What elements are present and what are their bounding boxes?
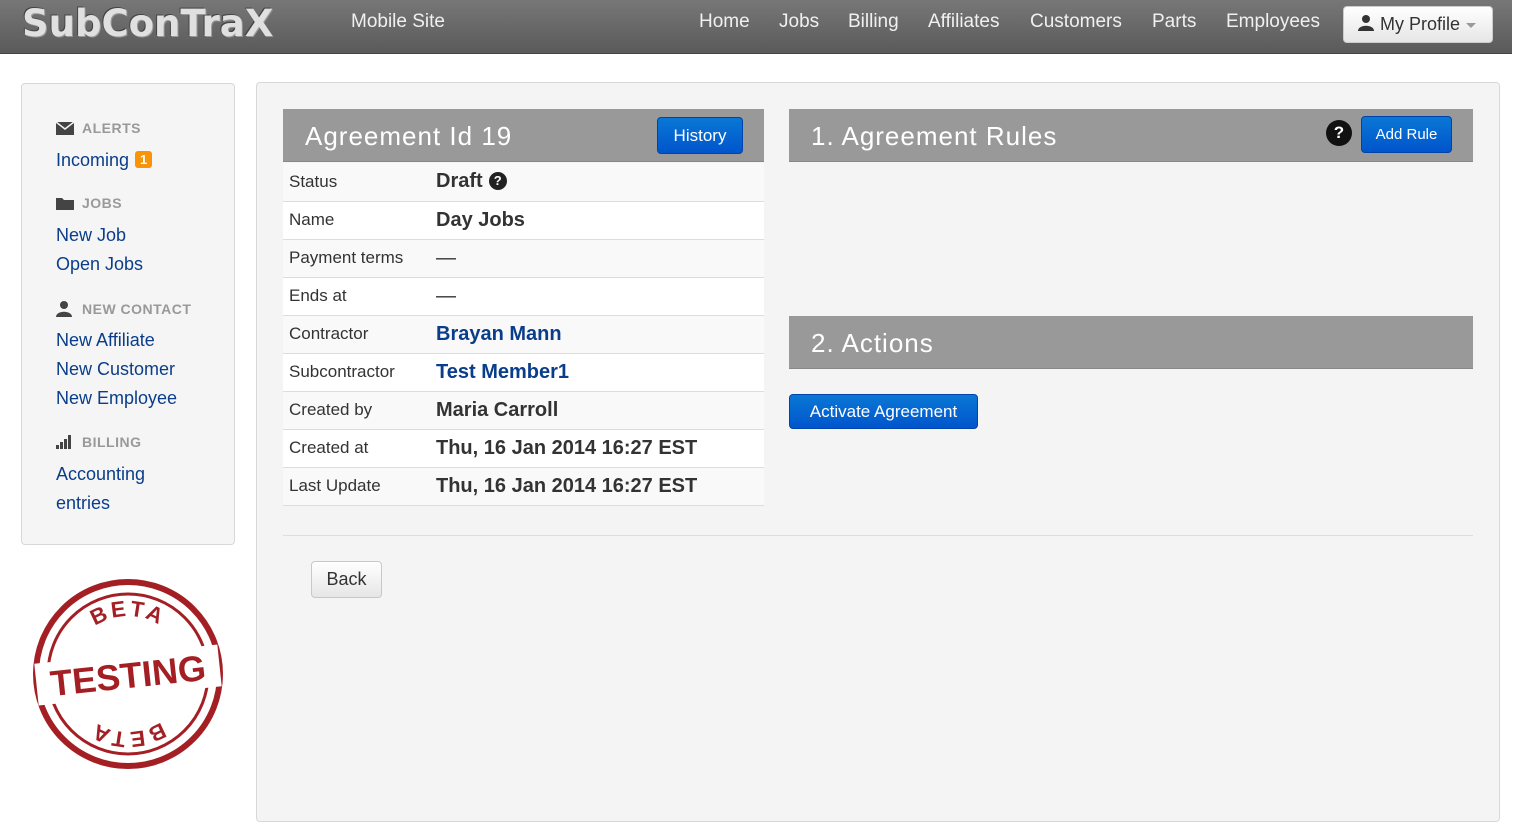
- my-profile-button[interactable]: My Profile: [1343, 6, 1493, 43]
- sidebar-item-new-affiliate[interactable]: New Affiliate: [56, 330, 155, 351]
- nav-customers[interactable]: Customers: [1030, 11, 1122, 33]
- billing-heading: BILLING: [56, 434, 142, 450]
- agreement-details-table: Status Draft? Name Day Jobs Payment term…: [283, 163, 764, 506]
- table-row: Status Draft?: [283, 163, 764, 202]
- sidebar-item-new-employee[interactable]: New Employee: [56, 388, 177, 409]
- payment-terms-value: —: [436, 239, 764, 278]
- beta-testing-stamp: BETA BETA TESTING: [30, 576, 226, 772]
- table-row: Payment terms —: [283, 239, 764, 278]
- brand-logo[interactable]: SubConTraX: [22, 2, 273, 45]
- alerts-heading: ALERTS: [56, 120, 141, 136]
- sidebar-item-new-job[interactable]: New Job: [56, 225, 126, 246]
- sidebar: ALERTS Incoming 1 JOBS New Job Open Jobs …: [21, 83, 235, 545]
- table-row: Last Update Thu, 16 Jan 2014 16:27 EST: [283, 467, 764, 506]
- agreement-title: Agreement Id 19: [305, 121, 513, 151]
- name-label: Name: [283, 201, 436, 240]
- folder-icon: [56, 196, 76, 210]
- status-label: Status: [283, 163, 436, 202]
- history-button[interactable]: History: [657, 117, 743, 154]
- svg-text:TESTING: TESTING: [48, 647, 207, 704]
- subcontractor-label: Subcontractor: [283, 353, 436, 392]
- last-update-label: Last Update: [283, 467, 436, 506]
- new-contact-heading: NEW CONTACT: [56, 300, 191, 317]
- agreement-rules-title: 1. Agreement Rules: [811, 121, 1058, 151]
- incoming-count-badge: 1: [135, 151, 153, 168]
- table-row: Contractor Brayan Mann: [283, 315, 764, 354]
- help-icon[interactable]: ?: [1326, 120, 1352, 146]
- subcontractor-link[interactable]: Test Member1: [436, 353, 764, 392]
- my-profile-label: My Profile: [1380, 14, 1461, 34]
- status-value: Draft?: [436, 163, 764, 202]
- payment-terms-label: Payment terms: [283, 239, 436, 278]
- created-at-value: Thu, 16 Jan 2014 16:27 EST: [436, 429, 764, 468]
- actions-title: 2. Actions: [811, 328, 934, 358]
- table-row: Created by Maria Carroll: [283, 391, 764, 430]
- table-row: Name Day Jobs: [283, 201, 764, 240]
- user-icon: [56, 300, 76, 317]
- actions-header: 2. Actions: [789, 316, 1473, 369]
- envelope-icon: [56, 121, 76, 135]
- contractor-label: Contractor: [283, 315, 436, 354]
- nav-jobs[interactable]: Jobs: [779, 11, 819, 33]
- created-by-label: Created by: [283, 391, 436, 430]
- nav-parts[interactable]: Parts: [1152, 11, 1196, 33]
- add-rule-button[interactable]: Add Rule: [1361, 116, 1452, 153]
- ends-at-label: Ends at: [283, 277, 436, 316]
- back-button[interactable]: Back: [311, 561, 382, 598]
- nav-billing[interactable]: Billing: [848, 11, 899, 33]
- incoming-label: Incoming: [56, 150, 130, 170]
- ends-at-value: —: [436, 277, 764, 316]
- nav-affiliates[interactable]: Affiliates: [928, 11, 999, 33]
- table-row: Created at Thu, 16 Jan 2014 16:27 EST: [283, 429, 764, 468]
- nav-employees[interactable]: Employees: [1226, 11, 1320, 33]
- activate-agreement-button[interactable]: Activate Agreement: [789, 394, 978, 429]
- mobile-site-link[interactable]: Mobile Site: [351, 11, 445, 33]
- sidebar-item-accounting[interactable]: Accounting entries: [56, 464, 145, 514]
- created-at-label: Created at: [283, 429, 436, 468]
- caret-down-icon: [1466, 23, 1477, 28]
- created-by-value: Maria Carroll: [436, 391, 764, 430]
- sidebar-item-incoming[interactable]: Incoming 1: [56, 150, 153, 171]
- divider: [283, 535, 1473, 536]
- signal-bars-icon: [56, 435, 76, 449]
- sidebar-item-new-customer[interactable]: New Customer: [56, 359, 175, 380]
- contractor-link[interactable]: Brayan Mann: [436, 315, 764, 354]
- jobs-heading: JOBS: [56, 195, 122, 211]
- name-value: Day Jobs: [436, 201, 764, 240]
- table-row: Subcontractor Test Member1: [283, 353, 764, 392]
- help-icon[interactable]: ?: [488, 171, 507, 190]
- sidebar-item-open-jobs[interactable]: Open Jobs: [56, 254, 143, 275]
- table-row: Ends at —: [283, 277, 764, 316]
- top-navbar: SubConTraX Mobile Site Home Jobs Billing…: [0, 0, 1512, 54]
- user-icon: [1358, 14, 1374, 36]
- nav-home[interactable]: Home: [699, 11, 750, 33]
- last-update-value: Thu, 16 Jan 2014 16:27 EST: [436, 467, 764, 506]
